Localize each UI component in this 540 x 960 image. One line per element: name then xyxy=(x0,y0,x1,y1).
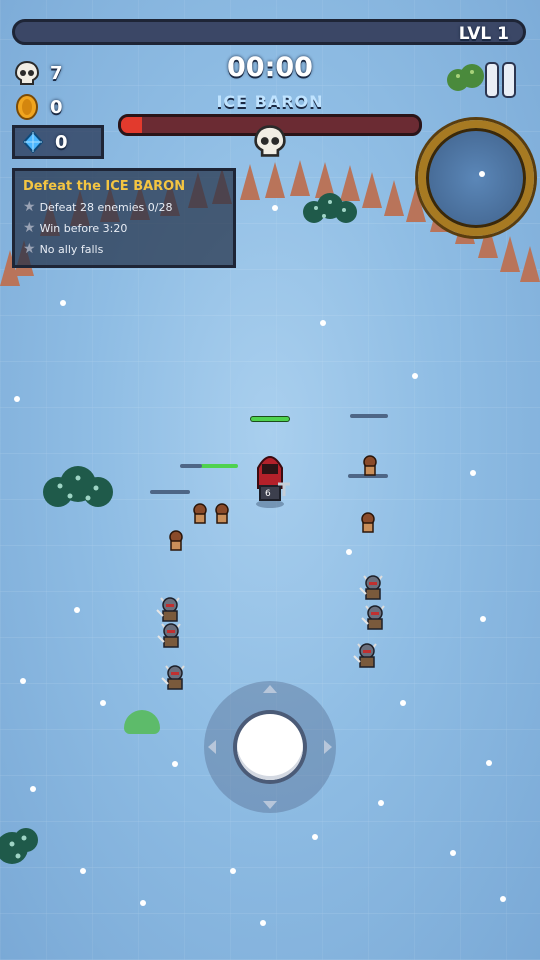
pause-icon xyxy=(486,64,497,96)
up-arrow-icon xyxy=(263,685,277,693)
ally-health-bar xyxy=(200,464,238,468)
virtual-joystick[interactable] xyxy=(204,681,336,813)
minimap xyxy=(418,120,534,236)
pause-icon xyxy=(503,64,514,96)
player-health-bar xyxy=(251,417,289,421)
snowflake xyxy=(320,320,326,326)
snowflake xyxy=(400,700,406,706)
wooden-stake xyxy=(520,246,540,282)
snowflake xyxy=(140,900,146,906)
pause-button[interactable] xyxy=(480,62,520,98)
boss-health-fill xyxy=(121,117,142,133)
quest-title: Defeat the ICE BARON xyxy=(23,179,186,194)
snowflake xyxy=(346,549,352,555)
quest-item: ★ Defeat 28 enemies 0/28 xyxy=(23,199,225,215)
snowflake xyxy=(30,786,36,792)
enemy-health-bar xyxy=(150,490,190,494)
quest-item-text: No ally falls xyxy=(39,242,104,256)
snowflake xyxy=(480,616,486,622)
svg-text:6: 6 xyxy=(265,489,271,499)
viking-enemy xyxy=(157,623,181,648)
gem-counter: 0 xyxy=(12,125,104,159)
joystick-knob[interactable] xyxy=(237,714,303,780)
snowflake xyxy=(486,760,492,766)
wooden-stake xyxy=(500,236,520,272)
frozen-bush-bottom-left xyxy=(0,828,38,864)
viking-enemy xyxy=(353,643,377,668)
quest-item: ★ Win before 3:20 xyxy=(23,220,225,236)
ally-soldier xyxy=(169,530,183,551)
star-icon: ★ xyxy=(23,199,36,215)
viking-enemy xyxy=(361,605,385,630)
snowflake xyxy=(470,470,476,476)
snowflake xyxy=(20,678,26,684)
star-icon: ★ xyxy=(23,220,36,236)
snowflake xyxy=(378,800,384,806)
snowflake xyxy=(272,205,278,211)
enemy-health-bar xyxy=(350,414,388,418)
snowflake xyxy=(60,300,66,306)
down-arrow-icon xyxy=(263,801,277,809)
snowflake xyxy=(230,868,236,874)
frozen-bush-top xyxy=(303,193,357,223)
level-label: LVL 1 xyxy=(458,24,509,44)
quest-item: ★ No ally falls xyxy=(23,241,225,257)
player-hero: 6 xyxy=(256,456,290,508)
quest-panel: Defeat the ICE BARON ★ Defeat 28 enemies… xyxy=(12,168,236,268)
game-canvas[interactable]: 6 LVL 1 7 0 0 00:00 ICE BARON Defeat the… xyxy=(0,0,540,960)
snowflake xyxy=(80,868,86,874)
ally-soldier xyxy=(215,503,229,524)
snowflake xyxy=(14,396,20,402)
boss-skull-icon xyxy=(254,125,286,157)
left-arrow-icon xyxy=(208,740,216,754)
right-arrow-icon xyxy=(324,740,332,754)
viking-enemy xyxy=(359,575,383,600)
snowflake xyxy=(450,850,456,856)
minimap-player-dot xyxy=(479,171,485,177)
enemy-health-bar xyxy=(180,464,202,468)
ally-soldier xyxy=(193,503,207,524)
wooden-stake xyxy=(265,162,285,198)
snowflake xyxy=(412,373,418,379)
snowflake xyxy=(172,761,178,767)
wooden-stake xyxy=(240,164,260,200)
star-icon: ★ xyxy=(23,241,36,257)
gem-icon xyxy=(23,131,43,153)
frozen-bush-left xyxy=(43,466,113,507)
snowflake xyxy=(312,834,318,840)
ally-soldier xyxy=(361,512,375,533)
snowflake xyxy=(100,700,106,706)
viking-enemy xyxy=(161,665,185,690)
quest-item-text: Defeat 28 enemies 0/28 xyxy=(39,200,173,214)
wooden-stake xyxy=(384,180,404,216)
gem-count: 0 xyxy=(55,131,68,153)
snowflake xyxy=(500,896,506,902)
snowflake xyxy=(74,607,80,613)
xp-bar: LVL 1 xyxy=(12,19,526,45)
snowflake xyxy=(260,920,266,926)
wooden-stake xyxy=(362,172,382,208)
quest-item-text: Win before 3:20 xyxy=(39,221,128,235)
ally-soldier xyxy=(363,455,377,476)
